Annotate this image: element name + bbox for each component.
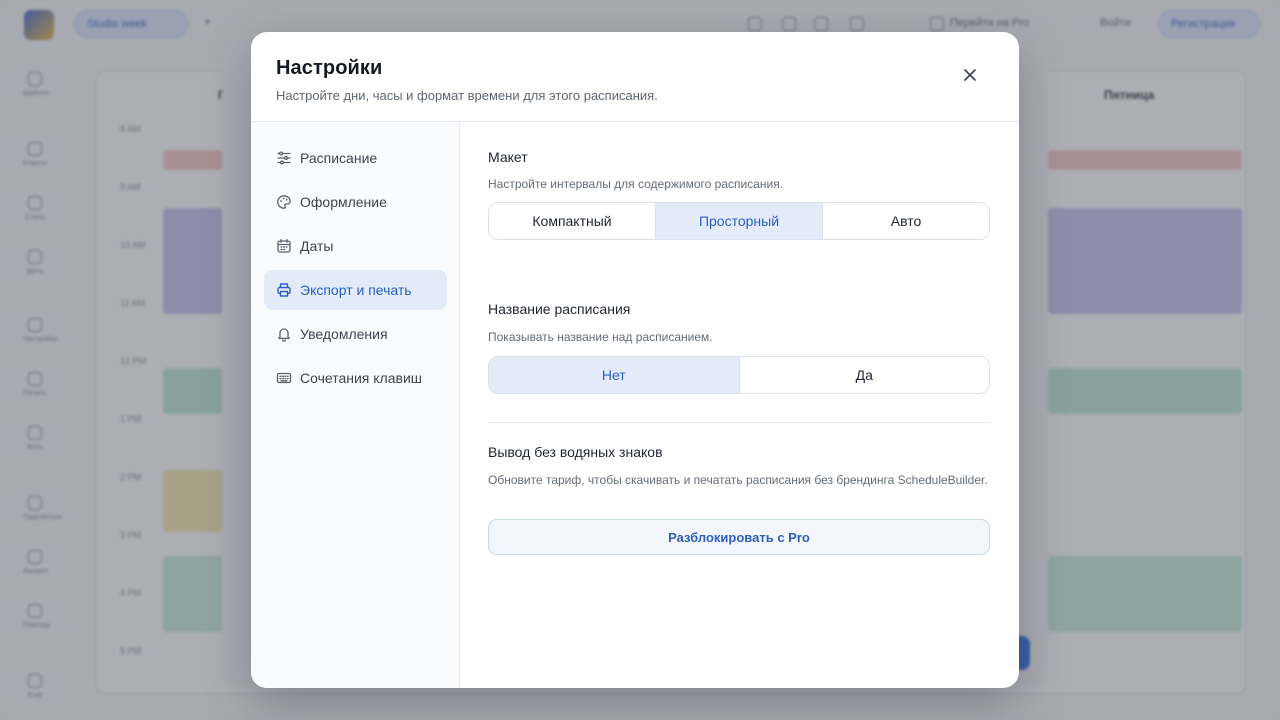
settings-modal: Настройки Настройте дни, часы и формат в…: [251, 32, 1019, 688]
keyboard-icon: [276, 370, 292, 386]
schedule-name-option-yes[interactable]: Да: [740, 357, 990, 393]
schedule-name-title: Название расписания: [488, 301, 631, 317]
modal-title: Настройки: [276, 57, 383, 79]
printer-icon: [276, 282, 292, 298]
bell-icon: [276, 326, 292, 342]
modal-subtitle: Настройте дни, часы и формат времени для…: [276, 88, 658, 103]
layout-title: Макет: [488, 149, 528, 165]
nav-item-label: Сочетания клавиш: [300, 370, 422, 386]
nav-item-notifications[interactable]: Уведомления: [264, 314, 447, 354]
layout-option-compact[interactable]: Компактный: [489, 203, 656, 239]
nav-item-dates[interactable]: Даты: [264, 226, 447, 266]
modal-header: Настройки Настройте дни, часы и формат в…: [251, 32, 1019, 122]
nav-item-label: Оформление: [300, 194, 387, 210]
nav-item-export-print[interactable]: Экспорт и печать: [264, 270, 447, 310]
watermark-title: Вывод без водяных знаков: [488, 444, 663, 460]
nav-item-label: Экспорт и печать: [300, 282, 412, 298]
unlock-pro-button[interactable]: Разблокировать с Pro: [488, 519, 990, 555]
sliders-icon: [276, 150, 292, 166]
nav-item-schedule[interactable]: Расписание: [264, 138, 447, 178]
schedule-name-option-no[interactable]: Нет: [489, 357, 740, 393]
layout-segmented-control: Компактный Просторный Авто: [488, 202, 990, 240]
schedule-name-description: Показывать название над расписанием.: [488, 330, 713, 344]
nav-item-label: Уведомления: [300, 326, 388, 342]
nav-item-appearance[interactable]: Оформление: [264, 182, 447, 222]
palette-icon: [276, 194, 292, 210]
watermark-description: Обновите тариф, чтобы скачивать и печата…: [488, 473, 988, 487]
export-print-settings: Макет Настройте интервалы для содержимог…: [488, 122, 990, 688]
layout-option-spacious[interactable]: Просторный: [656, 203, 823, 239]
nav-item-label: Расписание: [300, 150, 378, 166]
layout-option-auto[interactable]: Авто: [823, 203, 989, 239]
nav-item-label: Даты: [300, 238, 334, 254]
layout-description: Настройте интервалы для содержимого расп…: [488, 177, 784, 191]
section-divider: [488, 422, 990, 423]
close-button[interactable]: [957, 62, 983, 88]
close-icon: [964, 69, 976, 81]
calendar-icon: [276, 238, 292, 254]
schedule-name-segmented-control: Нет Да: [488, 356, 990, 394]
settings-nav: Расписание Оформление Даты Экспорт и печ…: [251, 122, 460, 688]
nav-item-shortcuts[interactable]: Сочетания клавиш: [264, 358, 447, 398]
